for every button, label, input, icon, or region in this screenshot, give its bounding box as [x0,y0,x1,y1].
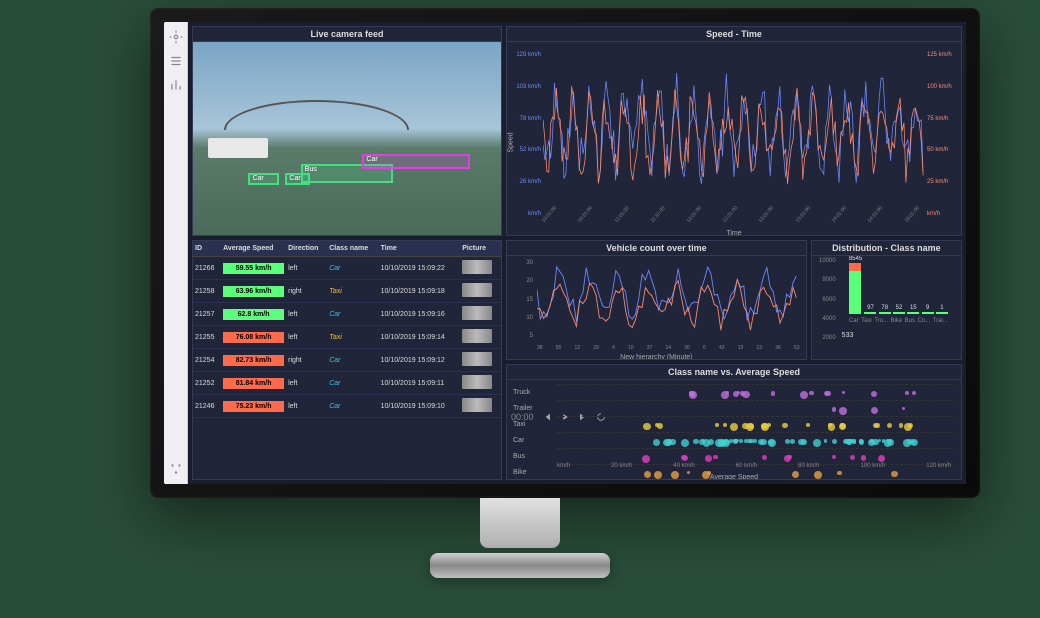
table-header[interactable]: Average Speed [221,241,286,257]
speed-xlabel: Time [726,230,741,235]
scatter-xlabel: Average Speed [710,474,758,479]
dist-bar[interactable] [849,263,861,314]
table-row[interactable]: 2125281.84 km/hleftCar10/10/2019 15:09:1… [193,372,501,395]
vehicle-thumbnail [462,260,492,274]
speed-yticks-left: 129 km/h103 km/h78 km/h52 km/h26 km/hkm/… [509,52,541,217]
table-row[interactable]: 2125482.73 km/hrightCar10/10/2019 15:09:… [193,349,501,372]
vehicle-count-panel: Vehicle count over time 302015105 385512… [506,240,807,360]
scatter-xticks: km/h20 km/h40 km/h60 km/h80 km/h100 km/h… [557,463,951,469]
vehicle-thumbnail [462,352,492,366]
dist-bar[interactable] [907,312,919,314]
vc-chart-area [537,260,800,339]
table-header[interactable]: Class name [327,241,378,257]
dist-labels: CarTaxiTru...BikeBusCo...Trai... [840,318,957,324]
screen: Live camera feed BusCarCarCar Speed - Ti… [164,22,966,484]
camera-title: Live camera feed [193,27,501,42]
vc-xticks: 3855122941037143064319133653 [537,345,800,351]
scatter-panel: Class name vs. Average Speed 00:00 Truck… [506,364,962,480]
dist-bar[interactable] [922,312,934,314]
skip-back-icon[interactable] [542,412,552,422]
detection-box: Car [248,173,279,185]
vc-xlabel: New hierarchy (Minute) [620,354,692,359]
gear-icon[interactable] [169,30,183,44]
table-header[interactable]: ID [193,241,221,257]
data-table-panel: IDAverage SpeedDirectionClass nameTimePi… [192,240,502,480]
vehicle-thumbnail [462,329,492,343]
nodes-icon[interactable] [169,462,183,476]
dist-bar[interactable] [893,312,905,314]
vc-title: Vehicle count over time [507,241,806,256]
scatter-row: Truck [557,384,953,400]
detection-box: Car [362,154,470,169]
scatter-row: Bus [557,448,953,464]
monitor-bezel: Live camera feed BusCarCarCar Speed - Ti… [150,8,980,498]
camera-panel: Live camera feed BusCarCarCar [192,26,502,236]
vehicle-table: IDAverage SpeedDirectionClass nameTimePi… [193,241,501,418]
table-row[interactable]: 2124675.23 km/hleftCar10/10/2019 15:09:1… [193,395,501,418]
speed-time-panel: Speed - Time Speed 129 km/h103 km/h78 km… [506,26,962,236]
dist-bars: 85459778521591 [840,258,957,318]
monitor-stand [430,498,610,578]
speed-xticks: 10:01:0010:31:0011:01:0011:31:0012:01:00… [543,219,925,225]
table-header[interactable]: Picture [460,241,501,257]
dist-yticks: 100008000600040002000 [814,258,836,341]
table-row[interactable]: 2126659.55 km/hleftCar10/10/2019 15:09:2… [193,257,501,280]
vc-yticks: 302015105 [509,260,533,339]
table-header[interactable]: Direction [286,241,327,257]
scatter-row: Car [557,432,953,448]
scatter-title: Class name vs. Average Speed [507,365,961,380]
table-header[interactable]: Time [379,241,461,257]
scatter-row: Trailer [557,400,953,416]
speed-yticks-right: 125 km/h100 km/h75 km/h50 km/h25 km/hkm/… [927,52,959,217]
vehicle-thumbnail [462,375,492,389]
dashboard: Live camera feed BusCarCarCar Speed - Ti… [188,22,966,484]
vehicle-thumbnail [462,398,492,412]
left-sidebar [164,22,188,484]
dist-bar[interactable] [864,312,876,314]
table-row[interactable]: 2125863.96 km/hrightTaxi10/10/2019 15:09… [193,280,501,303]
dist-bar[interactable] [879,312,891,314]
vehicle-thumbnail [462,283,492,297]
dist-title: Distribution - Class name [812,241,961,256]
scatter-row: Taxi [557,416,953,432]
dist-bar[interactable] [936,312,948,314]
detection-box: Car [285,173,310,185]
speed-chart-area [543,52,925,215]
list-icon[interactable] [169,54,183,68]
vehicle-thumbnail [462,306,492,320]
distribution-panel: Distribution - Class name 10000800060004… [811,240,962,360]
table-row[interactable]: 2125576.08 km/hleftTaxi10/10/2019 15:09:… [193,326,501,349]
speed-time-title: Speed - Time [507,27,961,42]
camera-feed[interactable]: BusCarCarCar [193,42,501,235]
chart-icon[interactable] [169,78,183,92]
table-row[interactable]: 2125762.8 km/hleftCar10/10/2019 15:09:16 [193,303,501,326]
